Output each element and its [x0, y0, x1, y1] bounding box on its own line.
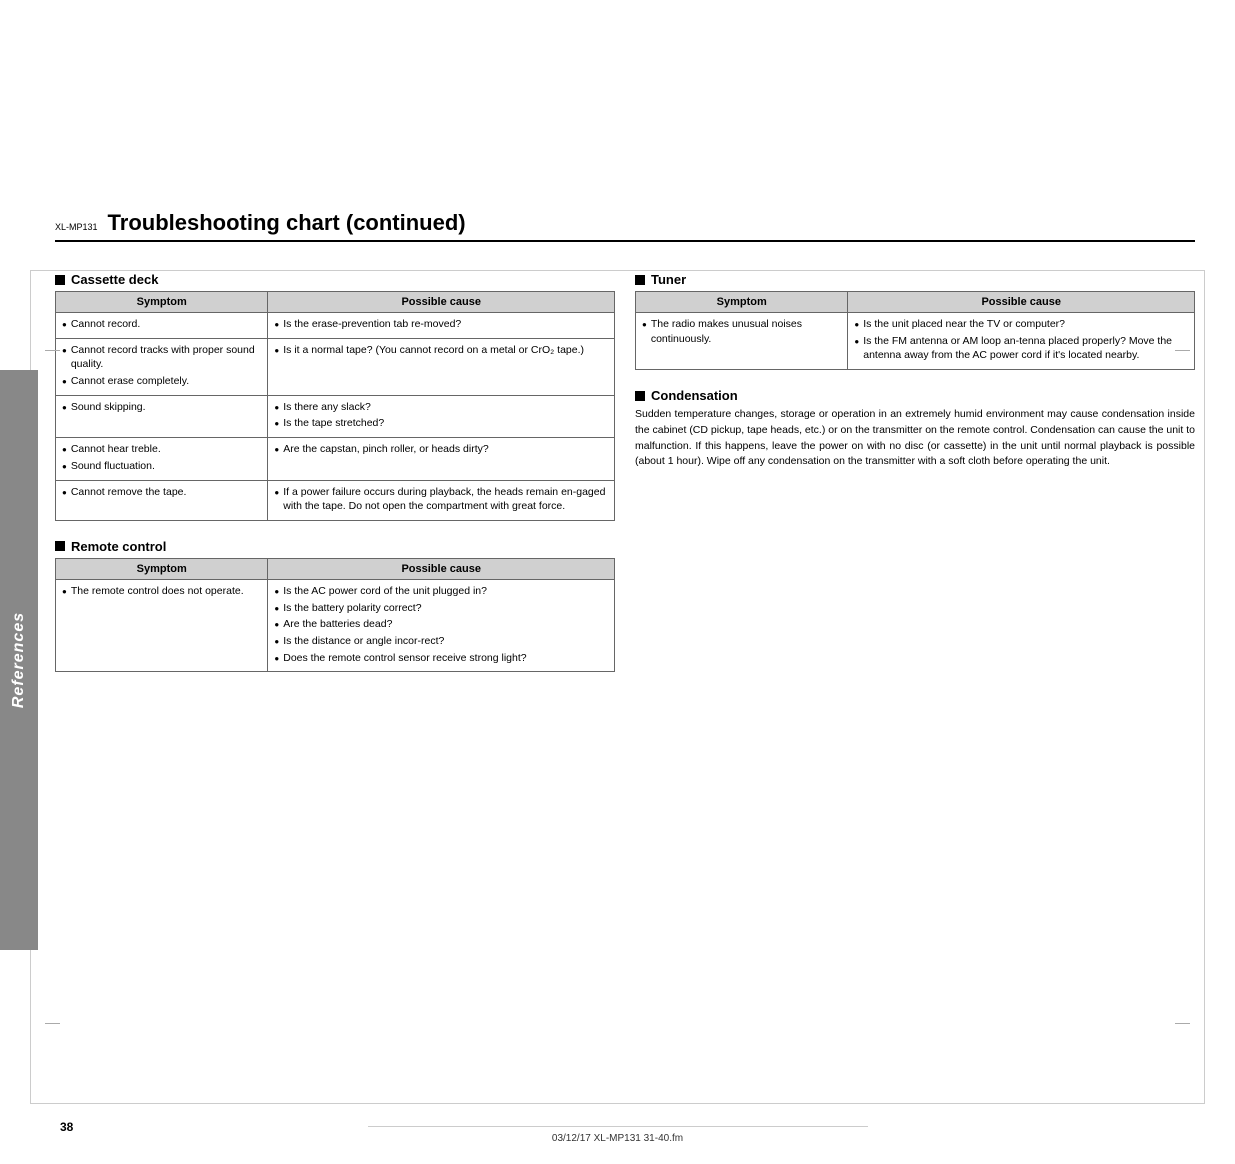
- remote-symptom-header: Symptom: [56, 558, 268, 579]
- two-col-layout: Cassette deck Symptom Possible cause: [55, 272, 1195, 690]
- tuner-symptom-header: Symptom: [636, 292, 848, 313]
- condensation-title: Condensation: [651, 388, 738, 403]
- cassette-symptom-header: Symptom: [56, 292, 268, 313]
- page: References XL-MP131 Troubleshooting char…: [0, 210, 1235, 1164]
- border-right: [1204, 270, 1205, 1104]
- symptom-cell: Cannot record tracks with proper sound q…: [56, 338, 268, 395]
- cause-cell: Is the erase-prevention tab re-moved?: [268, 313, 615, 339]
- remote-control-table: Symptom Possible cause The remote contro…: [55, 558, 615, 672]
- cause-cell: Is the unit placed near the TV or comput…: [848, 313, 1195, 370]
- cause-cell: Are the capstan, pinch roller, or heads …: [268, 438, 615, 480]
- symptom-cell: Cannot record.: [56, 313, 268, 339]
- table-row: Cannot record tracks with proper sound q…: [56, 338, 615, 395]
- table-row: Cannot record. Is the erase-prevention t…: [56, 313, 615, 339]
- tuner-table: Symptom Possible cause The radio makes u…: [635, 291, 1195, 370]
- cause-cell: Is the AC power cord of the unit plugged…: [268, 579, 615, 671]
- remote-square-icon: [55, 541, 65, 551]
- tuner-square-icon: [635, 275, 645, 285]
- side-tab: References: [0, 370, 38, 950]
- symptom-cell: Cannot remove the tape.: [56, 480, 268, 520]
- border-bottom: [30, 1103, 1205, 1104]
- footer-text: 03/12/17 XL-MP131 31-40.fm: [552, 1133, 683, 1144]
- right-column: Tuner Symptom Possible cause: [635, 272, 1195, 690]
- symptom-cell: Sound skipping.: [56, 395, 268, 437]
- cassette-deck-header: Cassette deck: [55, 272, 615, 287]
- cassette-deck-title: Cassette deck: [71, 272, 158, 287]
- table-row: Cannot remove the tape. If a power failu…: [56, 480, 615, 520]
- tick-left-top: [45, 350, 60, 351]
- model-label: XL-MP131: [55, 222, 98, 232]
- condensation-square-icon: [635, 391, 645, 401]
- left-column: Cassette deck Symptom Possible cause: [55, 272, 615, 690]
- border-top: [30, 270, 1205, 271]
- cause-cell: Is it a normal tape? (You cannot record …: [268, 338, 615, 395]
- symptom-cell: Cannot hear treble. Sound fluctuation.: [56, 438, 268, 480]
- side-tab-label: References: [10, 612, 28, 708]
- tick-right-top: [1175, 350, 1190, 351]
- condensation-text: Sudden temperature changes, storage or o…: [635, 407, 1195, 470]
- main-content: XL-MP131 Troubleshooting chart (continue…: [55, 210, 1195, 690]
- tuner-cause-header: Possible cause: [848, 292, 1195, 313]
- cause-cell: Is there any slack? Is the tape stretche…: [268, 395, 615, 437]
- cassette-cause-header: Possible cause: [268, 292, 615, 313]
- condensation-header: Condensation: [635, 388, 1195, 403]
- symptom-cell: The radio makes unusual noises continuou…: [636, 313, 848, 370]
- tick-left-bottom: [45, 1023, 60, 1024]
- title-row: XL-MP131 Troubleshooting chart (continue…: [55, 210, 1195, 242]
- table-row: Cannot hear treble. Sound fluctuation. A…: [56, 438, 615, 480]
- cassette-deck-table: Symptom Possible cause Cannot record.: [55, 291, 615, 521]
- tick-right-bottom: [1175, 1023, 1190, 1024]
- footer: 03/12/17 XL-MP131 31-40.fm: [368, 1126, 868, 1144]
- table-row: The remote control does not operate. Is …: [56, 579, 615, 671]
- table-row: The radio makes unusual noises continuou…: [636, 313, 1195, 370]
- tuner-title: Tuner: [651, 272, 686, 287]
- remote-control-title: Remote control: [71, 539, 166, 554]
- tuner-section: Tuner Symptom Possible cause: [635, 272, 1195, 370]
- tuner-header: Tuner: [635, 272, 1195, 287]
- table-row: Sound skipping. Is there any slack? Is t…: [56, 395, 615, 437]
- cassette-deck-section: Cassette deck Symptom Possible cause: [55, 272, 615, 521]
- remote-cause-header: Possible cause: [268, 558, 615, 579]
- condensation-section: Condensation Sudden temperature changes,…: [635, 388, 1195, 470]
- remote-control-section: Remote control Symptom Possible cause: [55, 539, 615, 672]
- page-number: 38: [60, 1120, 73, 1134]
- cause-cell: If a power failure occurs during playbac…: [268, 480, 615, 520]
- cassette-square-icon: [55, 275, 65, 285]
- remote-control-header: Remote control: [55, 539, 615, 554]
- symptom-cell: The remote control does not operate.: [56, 579, 268, 671]
- page-title: Troubleshooting chart (continued): [108, 210, 466, 236]
